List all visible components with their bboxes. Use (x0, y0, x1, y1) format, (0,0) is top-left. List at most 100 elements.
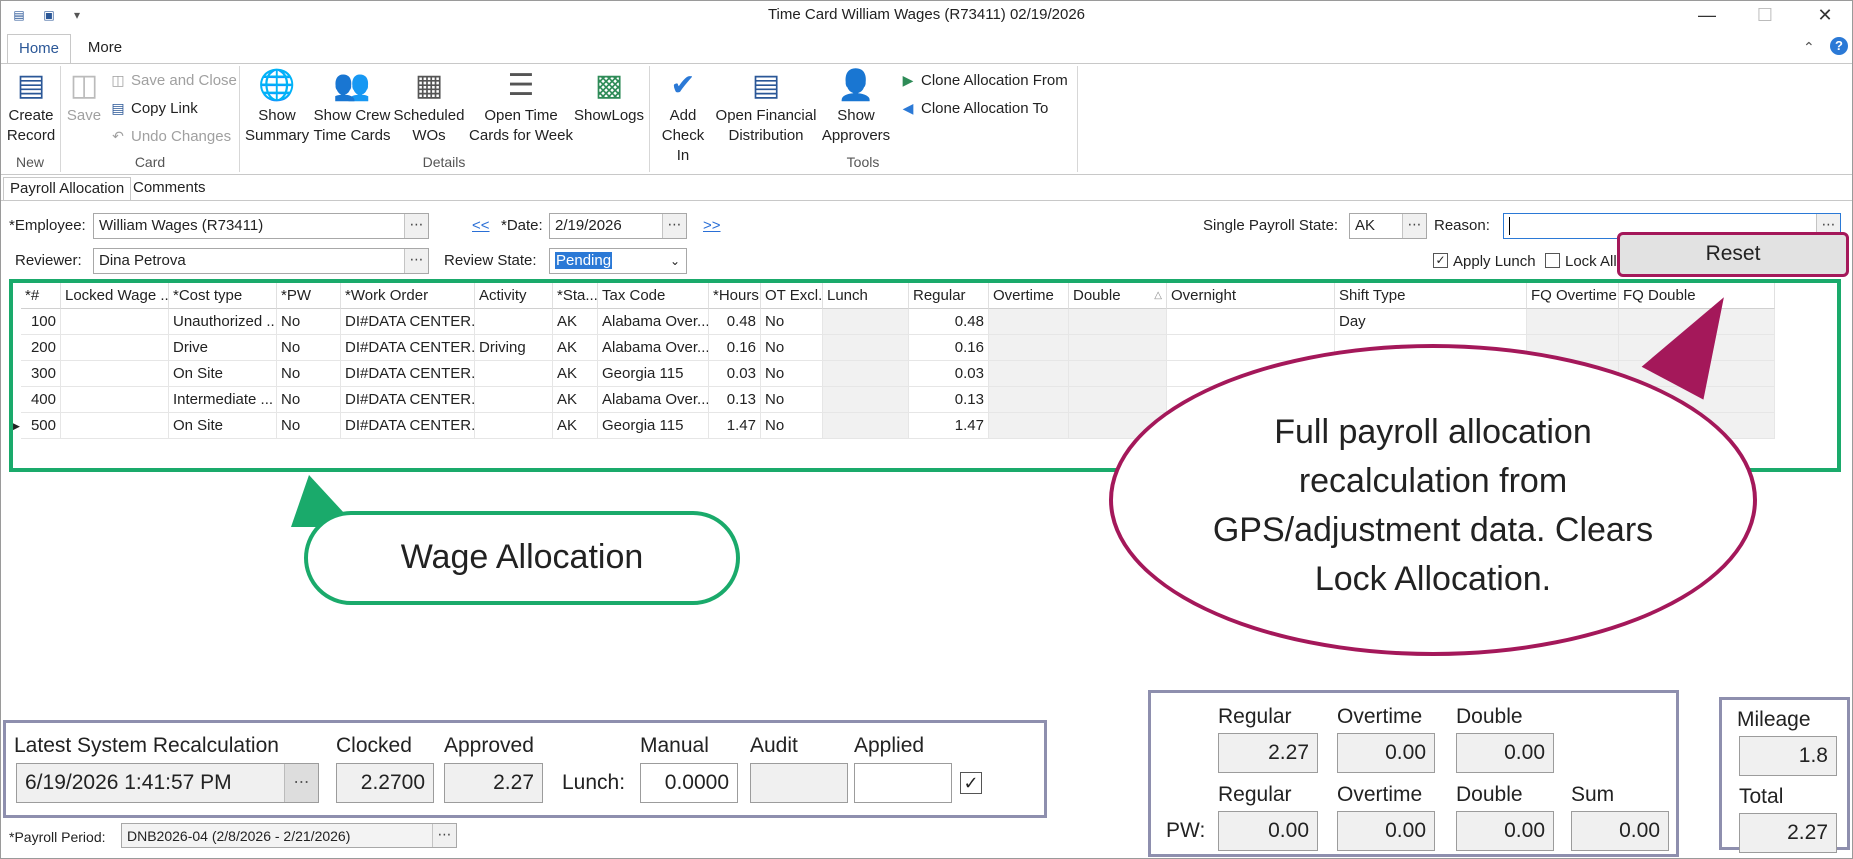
pw-label: PW: (1166, 819, 1206, 842)
undo-icon: ↶ (112, 128, 124, 144)
group-label-tools: Tools (846, 154, 880, 170)
review-state-label: Review State: (444, 252, 537, 269)
scheduled-wos-button[interactable]: ▦ Scheduled WOs (393, 68, 465, 146)
date-field[interactable]: 2/19/2026 ⋯ (549, 213, 687, 239)
undo-changes-button[interactable]: ↶ Undo Changes (109, 124, 231, 148)
chevron-down-icon: ⌄ (669, 254, 680, 268)
approved-field: 2.27 (444, 763, 543, 803)
crew-icon: 👥 (333, 69, 371, 102)
applied-field[interactable] (854, 763, 952, 803)
check-icon: ✔ (670, 69, 696, 102)
latest-recalc-label: Latest System Recalculation (14, 734, 279, 757)
reset-callout: Full payroll allocation recalculation fr… (1109, 344, 1757, 656)
clone-allocation-from-button[interactable]: ▶ Clone Allocation From (899, 68, 1068, 92)
group-label-new: New (15, 154, 44, 170)
single-payroll-state-label: Single Payroll State: (1203, 217, 1339, 234)
regular-label: Regular (1218, 705, 1292, 728)
group-label-details: Details (422, 154, 466, 170)
reason-label: Reason: (1434, 217, 1490, 234)
tab-more[interactable]: More (77, 34, 133, 64)
reviewer-lookup-button[interactable]: ⋯ (404, 249, 428, 273)
mileage-panel: Mileage 1.8 Total 2.27 (1719, 697, 1850, 853)
maximize-icon[interactable]: ☐ (1745, 3, 1785, 29)
apply-lunch-checkbox[interactable]: ✓ (1433, 253, 1448, 268)
approvers-icon: 👤 (837, 69, 875, 102)
overtime-total-field: 0.00 (1337, 733, 1435, 773)
close-icon[interactable]: ✕ (1805, 3, 1845, 29)
recalc-lookup-button[interactable]: ⋯ (284, 764, 318, 802)
clocked-label: Clocked (336, 734, 412, 757)
clone-from-icon: ▶ (902, 72, 914, 88)
single-payroll-state-field[interactable]: AK ⋯ (1349, 213, 1427, 239)
payroll-period-field[interactable]: DNB2026-04 (2/8/2026 - 2/21/2026) ⋯ (121, 823, 457, 848)
show-summary-button[interactable]: 🌐 Show Summary (245, 68, 309, 146)
apply-lunch-label: Apply Lunch (1453, 253, 1536, 270)
help-icon[interactable]: ? (1830, 37, 1848, 55)
pw-regular-field: 0.00 (1218, 811, 1318, 851)
add-check-in-button[interactable]: ✔ Add Check In (655, 68, 711, 166)
overtime-label: Overtime (1337, 705, 1423, 728)
collapse-ribbon-icon[interactable]: ⌃ (1803, 39, 1815, 56)
pw-double-field: 0.00 (1456, 811, 1554, 851)
showlogs-button[interactable]: ▩ ShowLogs (573, 68, 645, 126)
show-crew-time-cards-button[interactable]: 👥 Show Crew Time Cards (313, 68, 391, 146)
pw-overtime-label: Overtime (1337, 783, 1423, 806)
financial-icon: ▤ (751, 69, 781, 102)
previous-date-link[interactable]: << (472, 217, 490, 234)
reviewer-field[interactable]: Dina Petrova ⋯ (93, 248, 429, 274)
show-approvers-button[interactable]: 👤 Show Approvers (819, 68, 893, 146)
open-time-cards-for-week-button[interactable]: ☰ Open Time Cards for Week (467, 68, 575, 146)
audit-field (750, 763, 848, 803)
state-lookup-button[interactable]: ⋯ (1402, 214, 1426, 238)
approved-label: Approved (444, 734, 534, 757)
logs-icon: ▩ (594, 69, 624, 102)
manual-lunch-field[interactable]: 0.0000 (640, 763, 738, 803)
tab-home[interactable]: Home (7, 34, 71, 64)
wage-allocation-callout: Wage Allocation (304, 511, 740, 605)
copy-link-button[interactable]: ▤ Copy Link (109, 96, 197, 120)
clone-to-icon: ◀ (902, 100, 914, 116)
totals-panel: Regular Overtime Double 2.27 0.00 0.00 R… (1148, 690, 1679, 857)
window-title: Time Card William Wages (R73411) 02/19/2… (767, 6, 1086, 23)
reset-button[interactable]: Reset (1617, 232, 1849, 277)
regular-total-field: 2.27 (1218, 733, 1318, 773)
next-date-link[interactable]: >> (703, 217, 721, 234)
create-record-button[interactable]: ▤ Create Record (5, 68, 57, 146)
audit-label: Audit (750, 734, 798, 757)
manual-label: Manual (640, 734, 709, 757)
tab-payroll-allocation[interactable]: Payroll Allocation (3, 177, 132, 201)
payroll-period-label: *Payroll Period: (9, 829, 106, 845)
lock-all-label: Lock All (1565, 253, 1617, 270)
applied-checkbox[interactable]: ✓ (960, 772, 982, 794)
review-state-select[interactable]: Pending ⌄ (549, 248, 687, 274)
date-picker-button[interactable]: ⋯ (662, 214, 686, 238)
pw-sum-label: Sum (1571, 783, 1615, 806)
schedule-grid-icon: ▦ (414, 69, 444, 102)
save-icon: ◫ (69, 69, 99, 102)
latest-recalc-field[interactable]: 6/19/2026 1:41:57 PM ⋯ (16, 763, 319, 803)
globe-icon: 🌐 (258, 69, 296, 102)
lock-all-checkbox[interactable] (1545, 253, 1560, 268)
lunch-label: Lunch: (562, 771, 626, 794)
save-close-icon: ◫ (111, 72, 125, 88)
pw-double-label: Double (1456, 783, 1523, 806)
save-button[interactable]: ◫ Save (63, 68, 105, 126)
create-record-icon: ▤ (16, 69, 46, 102)
mileage-field: 1.8 (1739, 736, 1837, 776)
open-financial-distribution-button[interactable]: ▤ Open Financial Distribution (713, 68, 819, 146)
date-label: *Date: (501, 217, 543, 234)
total-field: 2.27 (1739, 813, 1837, 853)
clone-allocation-to-button[interactable]: ◀ Clone Allocation To (899, 96, 1049, 120)
double-label: Double (1456, 705, 1523, 728)
tab-comments[interactable]: Comments (127, 177, 212, 201)
reviewer-label: Reviewer: (15, 252, 82, 269)
employee-lookup-button[interactable]: ⋯ (404, 214, 428, 238)
minimize-icon[interactable]: — (1687, 3, 1727, 29)
total-label: Total (1739, 785, 1784, 808)
payroll-period-lookup-button[interactable]: ⋯ (432, 824, 456, 847)
save-and-close-button[interactable]: ◫ Save and Close (109, 68, 237, 92)
mileage-label: Mileage (1737, 708, 1811, 731)
double-total-field: 0.00 (1456, 733, 1554, 773)
employee-field[interactable]: William Wages (R73411) ⋯ (93, 213, 429, 239)
recalculation-panel: Latest System Recalculation 6/19/2026 1:… (3, 720, 1047, 818)
